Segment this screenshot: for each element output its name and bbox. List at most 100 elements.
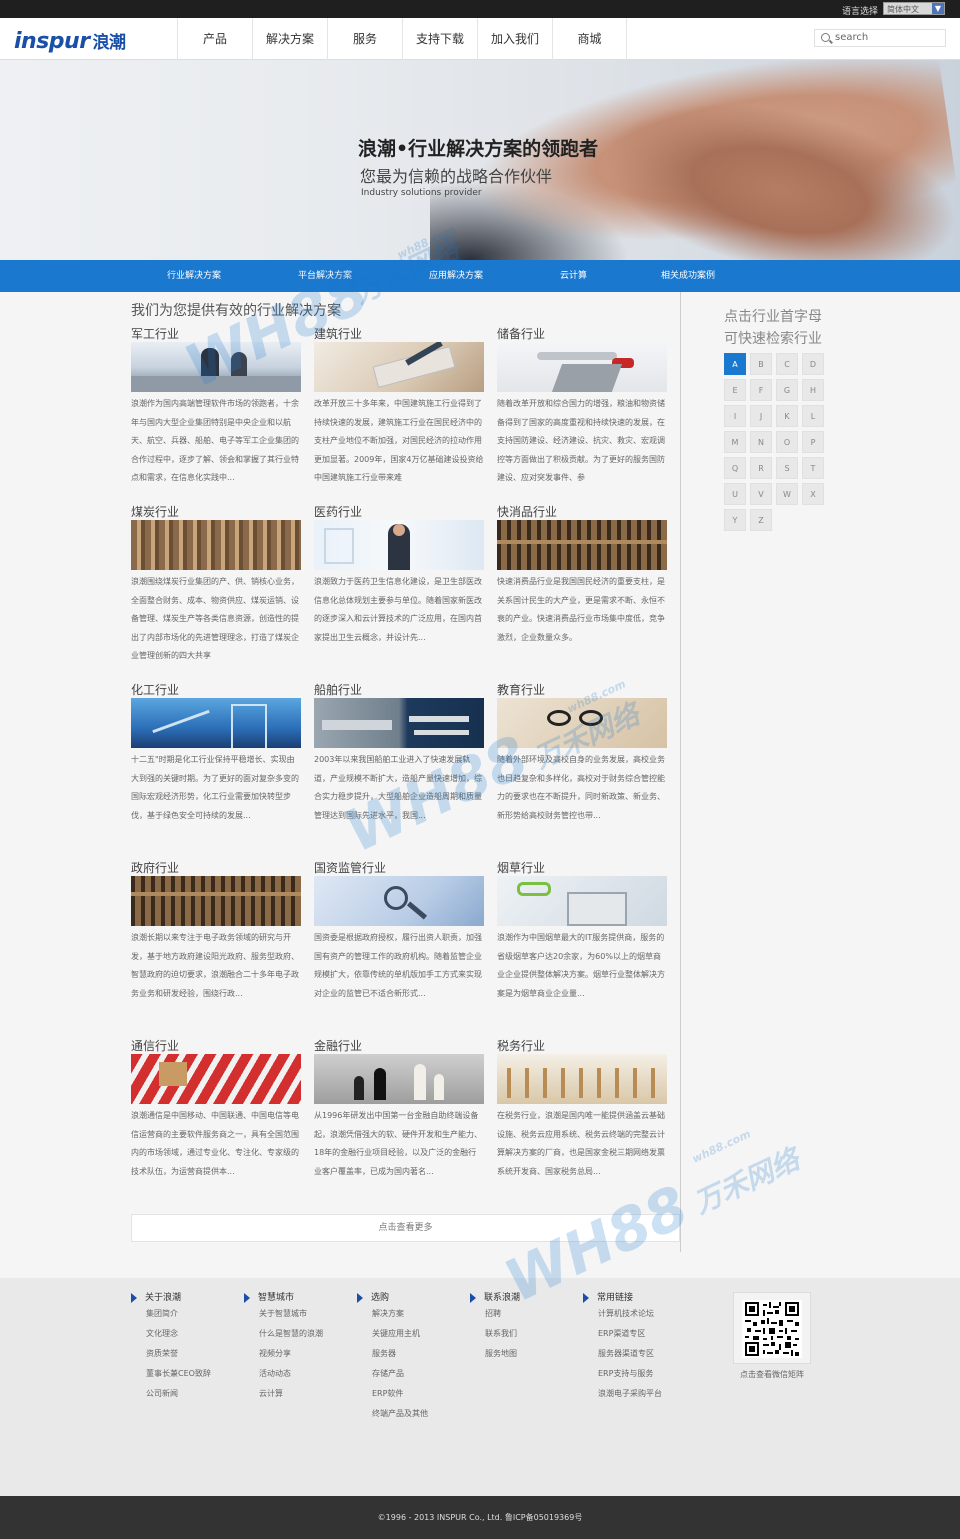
letter-button-r[interactable]: R — [750, 457, 772, 479]
industry-name[interactable]: 快消品行业 — [497, 504, 667, 520]
letter-button-d[interactable]: D — [802, 353, 824, 375]
industry-card[interactable]: 教育行业 随着外部环境及高校自身的业务发展，高校业务也日趋复杂和多样化，高校对于… — [497, 682, 667, 843]
letter-button-z[interactable]: Z — [750, 509, 772, 531]
letter-button-h[interactable]: H — [802, 379, 824, 401]
industry-image[interactable] — [497, 698, 667, 748]
footer-column-title[interactable]: 联系浪潮 — [470, 1292, 580, 1304]
industry-image[interactable] — [131, 520, 301, 570]
footer-link[interactable]: 文化理念 — [131, 1324, 241, 1344]
language-select[interactable]: 简体中文 ▼ — [883, 2, 945, 15]
letter-button-e[interactable]: E — [724, 379, 746, 401]
subnav-application[interactable]: 应用解决方案 — [429, 260, 483, 292]
industry-image[interactable] — [131, 1054, 301, 1104]
subnav-cases[interactable]: 相关成功案例 — [661, 260, 715, 292]
footer-link[interactable]: 董事长兼CEO致辞 — [131, 1364, 241, 1384]
industry-image[interactable] — [314, 698, 484, 748]
view-more-button[interactable]: 点击查看更多 — [131, 1214, 680, 1242]
letter-button-j[interactable]: J — [750, 405, 772, 427]
letter-button-i[interactable]: I — [724, 405, 746, 427]
industry-image[interactable] — [131, 698, 301, 748]
letter-button-a[interactable]: A — [724, 353, 746, 375]
footer-column-title[interactable]: 智慧城市 — [244, 1292, 354, 1304]
footer-link[interactable]: ERP渠道专区 — [583, 1324, 693, 1344]
industry-card[interactable]: 通信行业 浪潮通信是中国移动、中国联通、中国电信等电信运营商的主要软件服务商之一… — [131, 1038, 301, 1199]
industry-name[interactable]: 储备行业 — [497, 326, 667, 342]
letter-button-u[interactable]: U — [724, 483, 746, 505]
industry-image[interactable] — [497, 876, 667, 926]
industry-name[interactable]: 通信行业 — [131, 1038, 301, 1054]
footer-link[interactable]: 视频分享 — [244, 1344, 354, 1364]
letter-button-b[interactable]: B — [750, 353, 772, 375]
industry-name[interactable]: 教育行业 — [497, 682, 667, 698]
footer-link[interactable]: 存储产品 — [357, 1364, 467, 1384]
footer-link[interactable]: 云计算 — [244, 1384, 354, 1404]
footer-link[interactable]: 公司新闻 — [131, 1384, 241, 1404]
letter-button-t[interactable]: T — [802, 457, 824, 479]
industry-image[interactable] — [497, 342, 667, 392]
letter-button-v[interactable]: V — [750, 483, 772, 505]
letter-button-g[interactable]: G — [776, 379, 798, 401]
letter-button-s[interactable]: S — [776, 457, 798, 479]
footer-link[interactable]: 关于智慧城市 — [244, 1304, 354, 1324]
letter-button-c[interactable]: C — [776, 353, 798, 375]
subnav-cloud[interactable]: 云计算 — [560, 260, 587, 292]
industry-card[interactable]: 税务行业 在税务行业，浪潮是国内唯一能提供涵盖云基础设施、税务云应用系统、税务云… — [497, 1038, 667, 1199]
industry-name[interactable]: 化工行业 — [131, 682, 301, 698]
footer-link[interactable]: 联系我们 — [470, 1324, 580, 1344]
nav-item-services[interactable]: 服务 — [327, 18, 402, 60]
letter-button-p[interactable]: P — [802, 431, 824, 453]
footer-link[interactable]: 服务器渠道专区 — [583, 1344, 693, 1364]
footer-link[interactable]: 浪潮电子采购平台 — [583, 1384, 693, 1404]
footer-link[interactable]: 服务地图 — [470, 1344, 580, 1364]
industry-card[interactable]: 船舶行业 2003年以来我国船舶工业进入了快速发展轨道，产业规模不断扩大，造船产… — [314, 682, 484, 843]
subnav-platform[interactable]: 平台解决方案 — [298, 260, 352, 292]
industry-image[interactable] — [314, 520, 484, 570]
industry-name[interactable]: 军工行业 — [131, 326, 301, 342]
footer-link[interactable]: 计算机技术论坛 — [583, 1304, 693, 1324]
industry-image[interactable] — [131, 876, 301, 926]
letter-button-k[interactable]: K — [776, 405, 798, 427]
letter-button-w[interactable]: W — [776, 483, 798, 505]
letter-button-n[interactable]: N — [750, 431, 772, 453]
qr-label[interactable]: 点击查看微信矩阵 — [733, 1369, 811, 1380]
industry-name[interactable]: 烟草行业 — [497, 860, 667, 876]
footer-link[interactable]: 关键应用主机 — [357, 1324, 467, 1344]
industry-card[interactable]: 快消品行业 快速消费品行业是我国国民经济的重要支柱，是关系国计民生的大产业，更是… — [497, 504, 667, 665]
footer-link[interactable]: 资质荣誉 — [131, 1344, 241, 1364]
industry-name[interactable]: 金融行业 — [314, 1038, 484, 1054]
industry-card[interactable]: 军工行业 浪潮作为国内高端管理软件市场的领跑者，十余年与国内大型企业集团特别是中… — [131, 326, 301, 487]
wechat-qr-code[interactable] — [733, 1292, 811, 1364]
industry-card[interactable]: 储备行业 随着改革开放和综合国力的增强，粮油和物资储备得到了国家的高度重视和持续… — [497, 326, 667, 487]
letter-button-f[interactable]: F — [750, 379, 772, 401]
industry-image[interactable] — [314, 1054, 484, 1104]
footer-column-title[interactable]: 常用链接 — [583, 1292, 693, 1304]
industry-image[interactable] — [314, 876, 484, 926]
nav-item-products[interactable]: 产品 — [177, 18, 252, 60]
footer-link[interactable]: 招聘 — [470, 1304, 580, 1324]
industry-card[interactable]: 政府行业 浪潮长期以来专注于电子政务领域的研究与开发，基于地方政府建设阳光政府、… — [131, 860, 301, 1021]
industry-image[interactable] — [314, 342, 484, 392]
footer-link[interactable]: 什么是智慧的浪潮 — [244, 1324, 354, 1344]
nav-item-support[interactable]: 支持下载 — [402, 18, 477, 60]
industry-name[interactable]: 税务行业 — [497, 1038, 667, 1054]
letter-button-x[interactable]: X — [802, 483, 824, 505]
letter-button-y[interactable]: Y — [724, 509, 746, 531]
footer-link[interactable]: 终端产品及其他 — [357, 1404, 467, 1424]
footer-column-title[interactable]: 关于浪潮 — [131, 1292, 241, 1304]
industry-name[interactable]: 政府行业 — [131, 860, 301, 876]
footer-column-title[interactable]: 选购 — [357, 1292, 467, 1304]
industry-name[interactable]: 建筑行业 — [314, 326, 484, 342]
letter-button-q[interactable]: Q — [724, 457, 746, 479]
industry-image[interactable] — [131, 342, 301, 392]
footer-link[interactable]: 解决方案 — [357, 1304, 467, 1324]
industry-name[interactable]: 医药行业 — [314, 504, 484, 520]
nav-item-join[interactable]: 加入我们 — [477, 18, 552, 60]
nav-item-solutions[interactable]: 解决方案 — [252, 18, 327, 60]
industry-card[interactable]: 医药行业 浪潮致力于医药卫生信息化建设，是卫生部医改信息化总体规划主要参与单位。… — [314, 504, 484, 665]
industry-card[interactable]: 国资监管行业 国资委是根据政府授权，履行出资人职责，加强国有资产的管理工作的政府… — [314, 860, 484, 1021]
industry-image[interactable] — [497, 520, 667, 570]
industry-card[interactable]: 烟草行业 浪潮作为中国烟草最大的IT服务提供商，服务的省级烟草客户达20余家，为… — [497, 860, 667, 1021]
inspur-logo[interactable]: inspur 浪潮 — [14, 28, 126, 54]
industry-name[interactable]: 船舶行业 — [314, 682, 484, 698]
letter-button-m[interactable]: M — [724, 431, 746, 453]
